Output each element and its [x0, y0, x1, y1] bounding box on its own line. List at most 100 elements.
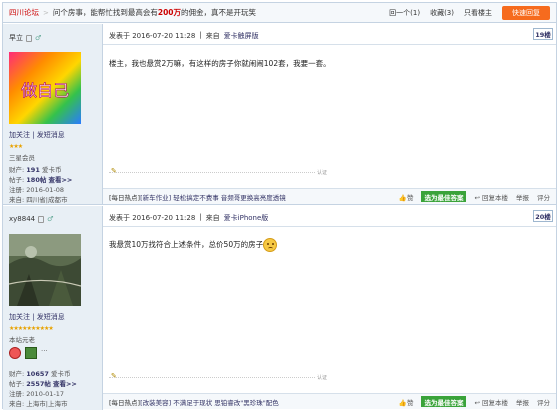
topbar: 四川论坛 > 问个房事，能帮忙找到最高会有200万的佣金，真不是开玩笑 回一个(… [3, 3, 556, 23]
like-label: 赞 [406, 398, 414, 407]
profile-icon[interactable] [38, 215, 45, 223]
rate-button[interactable]: 评分 [537, 397, 550, 407]
signature-tag: 认证 [317, 170, 328, 176]
post-content: 我悬赏10万找符合上述条件，总价50万的房子 [109, 238, 278, 252]
thumb-icon: 👍 [398, 193, 407, 202]
hot-tag[interactable]: [新车作业] [140, 194, 171, 202]
view-posts-link[interactable]: 查看>> [48, 176, 72, 184]
avatar[interactable] [8, 234, 82, 306]
pencil-icon: ✎ [111, 372, 117, 380]
floor-number[interactable]: 20楼 [533, 210, 553, 222]
source-prefix: 来自 [205, 32, 220, 40]
user-panel: xy8844 ♂ 加关注 | 发短消息 ★★★★★★★★★★ 本站元老 ··· … [3, 206, 103, 410]
signature-divider [109, 172, 315, 173]
user-stats: 财产: 191 爱卡币 帖子: 180帖 查看>> 注册: 2016-01-08… [9, 165, 72, 205]
report-button[interactable]: 举报 [516, 397, 529, 407]
signature-divider [109, 377, 315, 378]
sweat-emoji-icon [263, 238, 278, 252]
source-link[interactable]: 爱卡iPhone版 [224, 213, 269, 223]
quick-reply-button[interactable]: 快速回复 [502, 6, 550, 20]
signature-tag: 认证 [317, 375, 328, 381]
favorite-button[interactable]: 收藏(3) [430, 8, 454, 18]
hot-link[interactable]: 轻松搞定不费事 音频哥更换高亮度透镜 [173, 194, 286, 202]
medal-row: ··· [9, 347, 48, 359]
post-meta: 发表于 2016-07-20 11:28 | 来自 爱卡iPhone版 [109, 213, 268, 223]
hot-label: [每日热点] [109, 193, 141, 202]
badge-icon[interactable] [25, 347, 37, 359]
post-meta: 发表于 2016-07-20 11:28 | 来自 爱卡触屏版 [109, 31, 259, 41]
pencil-icon: ✎ [111, 167, 117, 175]
reply-label: 回复本楼 [482, 193, 508, 202]
divider: | [199, 213, 202, 221]
stat-property: 财产: 10657 爱卡币 [9, 370, 71, 378]
daily-hot[interactable]: [每日热点][新车作业] 轻松搞定不费事 音频哥更换高亮度透镜 [109, 192, 286, 202]
thread-title-amount: 200万 [157, 8, 182, 17]
user-rank: 本站元老 [9, 336, 35, 344]
only-op-button[interactable]: 只看楼主 [464, 8, 492, 18]
like-label: 赞 [406, 193, 414, 202]
username[interactable]: 早立 ♂ [9, 33, 41, 43]
header-divider [103, 226, 556, 227]
thread-title-post: 的佣金，真不是开玩笑 [181, 8, 257, 17]
post-20: xy8844 ♂ 加关注 | 发短消息 ★★★★★★★★★★ 本站元老 ··· … [3, 206, 556, 410]
user-links[interactable]: 加关注 | 发短消息 [9, 312, 65, 322]
stat-location: 来自: 四川省|成都市 [9, 196, 68, 204]
thread-tools: 回一个(1) 收藏(3) 只看楼主 快速回复 [389, 6, 550, 20]
reply-icon: ↩ [474, 398, 480, 407]
best-answer-button[interactable]: 选为最佳答案 [421, 396, 467, 407]
stat-posts: 帖子: 180帖 查看>> [9, 176, 73, 184]
separator: > [43, 8, 49, 17]
reply-button[interactable]: ↩ 回复本楼 [474, 192, 508, 202]
forum-frame: 四川论坛 > 问个房事，能帮忙找到最高会有200万的佣金，真不是开玩笑 回一个(… [2, 2, 557, 410]
username-text[interactable]: 早立 [9, 33, 23, 43]
hot-tag[interactable]: [改装美容] [140, 399, 171, 407]
floor-number[interactable]: 19楼 [533, 28, 553, 40]
prev-button[interactable]: 回一个(1) [389, 8, 420, 18]
post-body: 发表于 2016-07-20 11:28 | 来自 爱卡触屏版 19楼 楼主，我… [103, 24, 556, 204]
report-button[interactable]: 举报 [516, 192, 529, 202]
source-link[interactable]: 爱卡触屏版 [224, 31, 259, 41]
post-footer: [每日热点][新车作业] 轻松搞定不费事 音频哥更换高亮度透镜 👍赞 选为最佳答… [103, 188, 556, 204]
hot-link[interactable]: 不满足于现状 思铂睿改"黑珍珠"配色 [173, 399, 279, 407]
user-rank: 三星会员 [9, 154, 35, 162]
like-button[interactable]: 👍赞 [399, 397, 414, 407]
view-posts-link[interactable]: 查看>> [53, 380, 77, 388]
source-prefix: 来自 [205, 214, 220, 222]
avatar[interactable]: 做自己 [9, 52, 81, 124]
avatar-text: 做自己 [21, 81, 69, 100]
rate-button[interactable]: 评分 [537, 192, 550, 202]
post-footer: [每日热点][改装美容] 不满足于现状 思铂睿改"黑珍珠"配色 👍赞 选为最佳答… [103, 393, 556, 409]
header-divider [103, 44, 556, 45]
reply-icon: ↩ [474, 193, 480, 202]
post-content: 楼主，我也悬赏2万嘛，有这样的房子你就闹闹102套，我要一套。 [109, 59, 331, 68]
post-text: 我悬赏10万找符合上述条件，总价50万的房子 [109, 240, 264, 249]
post-time: 发表于 2016-07-20 11:28 [109, 214, 196, 222]
best-answer-button[interactable]: 选为最佳答案 [421, 191, 467, 202]
thread-title: 问个房事，能帮忙找到最高会有200万的佣金，真不是开玩笑 [53, 7, 256, 18]
divider: | [199, 31, 202, 39]
forum-link[interactable]: 四川论坛 [9, 7, 39, 18]
thread-title-pre: 问个房事，能帮忙找到最高会有 [52, 8, 158, 17]
user-links[interactable]: 加关注 | 发短消息 [9, 130, 65, 140]
like-button[interactable]: 👍赞 [399, 192, 414, 202]
more-icon[interactable]: ··· [41, 347, 48, 359]
post-actions: 👍赞 选为最佳答案 ↩ 回复本楼 举报 评分 [399, 396, 550, 407]
profile-icon[interactable] [26, 34, 32, 42]
medal-icon[interactable] [9, 347, 21, 359]
reply-label: 回复本楼 [482, 398, 508, 407]
post-body: 发表于 2016-07-20 11:28 | 来自 爱卡iPhone版 20楼 … [103, 206, 556, 410]
stat-register: 注册: 2010-01-17 [9, 390, 65, 398]
post-actions: 👍赞 选为最佳答案 ↩ 回复本楼 举报 评分 [399, 191, 550, 202]
username-text[interactable]: xy8844 [9, 215, 35, 223]
rank-stars: ★★★ [9, 143, 23, 150]
gender-male-icon: ♂ [35, 34, 42, 42]
post-19: 早立 ♂ 做自己 加关注 | 发短消息 ★★★ 三星会员 财产: 191 爱卡币… [3, 24, 556, 205]
username[interactable]: xy8844 ♂ [9, 215, 53, 223]
user-stats: 财产: 10657 爱卡币 帖子: 2557帖 查看>> 注册: 2010-01… [9, 369, 77, 409]
stat-register: 注册: 2016-01-08 [9, 186, 65, 194]
reply-button[interactable]: ↩ 回复本楼 [474, 397, 508, 407]
daily-hot[interactable]: [每日热点][改装美容] 不满足于现状 思铂睿改"黑珍珠"配色 [109, 397, 279, 407]
stat-location: 来自: 上海市|上海市 [9, 400, 68, 408]
rank-stars: ★★★★★★★★★★ [9, 325, 54, 332]
stat-posts: 帖子: 2557帖 查看>> [9, 380, 77, 388]
